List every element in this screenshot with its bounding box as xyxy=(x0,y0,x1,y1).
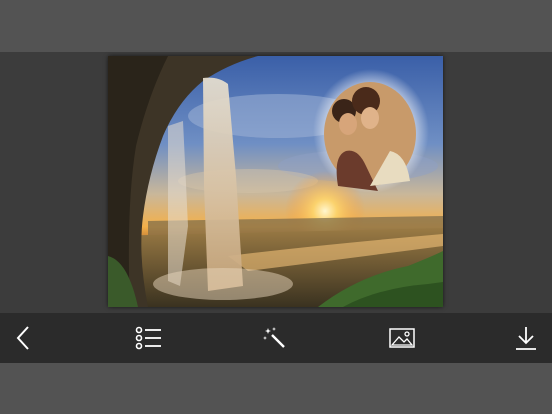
bottom-bar xyxy=(0,363,552,414)
gallery-button[interactable] xyxy=(384,321,420,355)
download-button[interactable] xyxy=(508,321,544,355)
frame-image xyxy=(108,56,443,307)
frames-list-button[interactable] xyxy=(131,321,167,355)
list-menu-icon xyxy=(135,326,161,350)
download-icon xyxy=(516,327,536,350)
back-chevron-icon xyxy=(16,326,29,350)
back-button[interactable] xyxy=(6,321,42,355)
gallery-image-icon xyxy=(389,328,415,348)
magic-wand-icon xyxy=(263,327,285,348)
effects-button[interactable] xyxy=(257,321,293,355)
top-bar xyxy=(0,0,552,52)
photo-canvas[interactable] xyxy=(108,56,443,307)
bottom-toolbar xyxy=(0,313,552,363)
